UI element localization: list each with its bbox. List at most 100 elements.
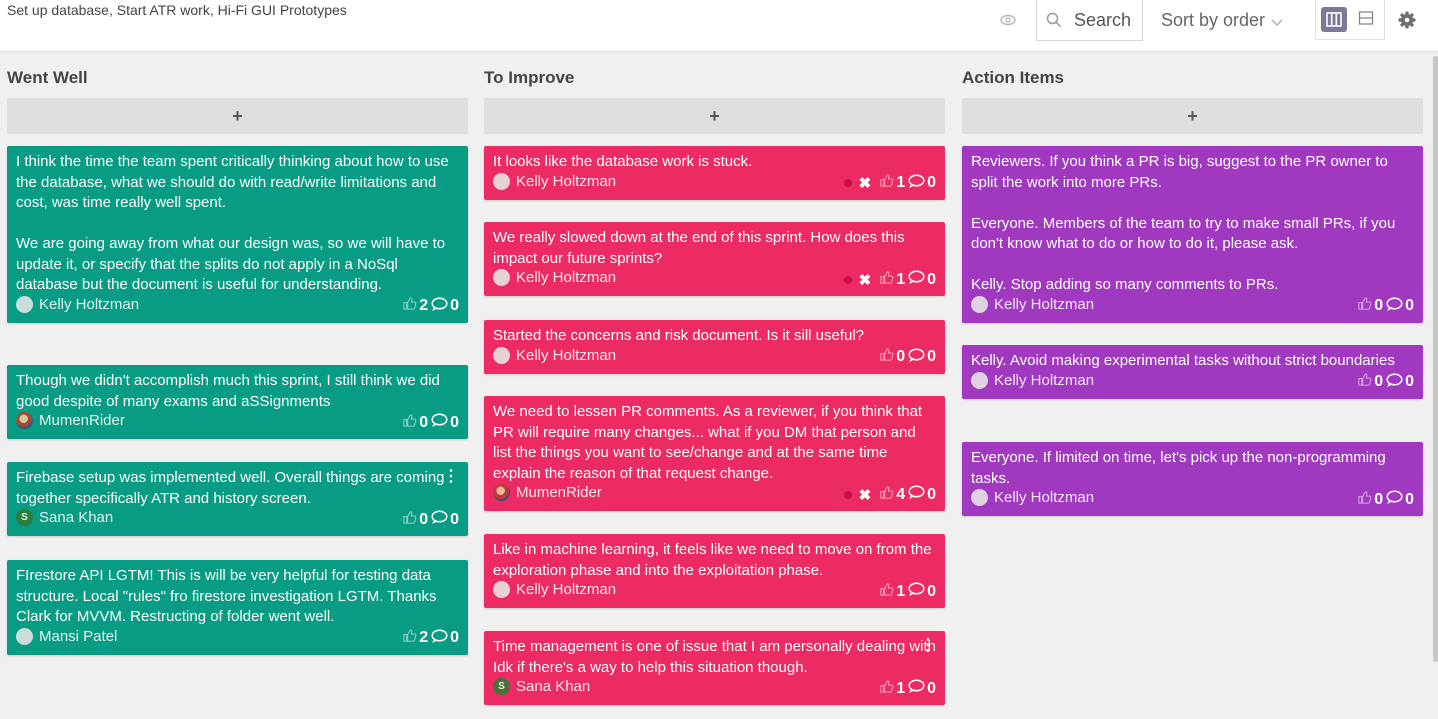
- avatar: [971, 371, 988, 389]
- thumbs-up-icon[interactable]: [879, 173, 894, 193]
- delete-icon[interactable]: ✖: [859, 174, 872, 192]
- add-card-button[interactable]: +: [962, 98, 1423, 134]
- author-name: Kelly Holtzman: [994, 295, 1095, 313]
- thumbs-up-icon[interactable]: [1357, 372, 1372, 392]
- author-name: Kelly Holtzman: [516, 346, 617, 364]
- retro-card[interactable]: Though we didn't accomplish much this sp…: [7, 365, 468, 439]
- search-button[interactable]: Search: [1036, 0, 1143, 41]
- author-name: Sana Khan: [39, 509, 114, 526]
- comment-count: 0: [450, 297, 459, 314]
- vote-count: 0: [1374, 373, 1384, 390]
- card-author: Kelly Holtzman: [493, 346, 617, 364]
- vote-area: 00: [1357, 296, 1414, 317]
- row-view-button[interactable]: [1358, 10, 1374, 31]
- card-footer: MumenRider 0 0: [16, 412, 459, 432]
- add-card-button[interactable]: +: [484, 98, 945, 134]
- card-author: Kelly Holtzman: [971, 489, 1094, 506]
- avatar: [493, 484, 510, 501]
- kebab-menu-icon[interactable]: ⋮: [443, 469, 459, 485]
- avatar: [971, 489, 988, 506]
- retro-card[interactable]: It looks like the database work is stuck…: [484, 146, 945, 200]
- vote-count: 1: [896, 270, 906, 288]
- column-view-button[interactable]: [1321, 7, 1347, 32]
- retro-card[interactable]: We really slowed down at the end of this…: [484, 222, 945, 296]
- thumbs-up-icon[interactable]: [402, 413, 417, 433]
- comment-icon[interactable]: [907, 581, 925, 602]
- card-text: Though we didn't accomplish much this sp…: [16, 372, 440, 410]
- thumbs-up-icon[interactable]: [879, 347, 894, 367]
- comment-icon[interactable]: [430, 509, 448, 530]
- comment-icon[interactable]: [907, 484, 925, 505]
- thumbs-up-icon[interactable]: [1357, 490, 1372, 510]
- vote-area: 00: [1357, 372, 1414, 393]
- vote-count: 0: [419, 413, 429, 431]
- chevron-down-icon: [1271, 11, 1283, 32]
- card-text: Firebase setup was implemented well. Ove…: [16, 469, 445, 507]
- comment-icon[interactable]: [430, 412, 448, 433]
- retro-card[interactable]: Kelly. Avoid making experimental tasks w…: [962, 345, 1423, 399]
- card-text: It looks like the database work is stuck…: [493, 153, 753, 170]
- search-icon: [1046, 12, 1062, 33]
- retro-card[interactable]: Everyone. If limited on time, let's pick…: [962, 442, 1423, 516]
- comment-count: 0: [450, 629, 459, 646]
- author-name: MumenRider: [516, 484, 602, 501]
- vote-count: 2: [419, 297, 429, 314]
- comment-icon[interactable]: [430, 296, 448, 317]
- thumbs-up-icon[interactable]: [879, 582, 894, 602]
- author-name: Kelly Holtzman: [516, 269, 617, 286]
- card-footer: Kelly Holtzman 0 0: [493, 346, 936, 368]
- retro-card[interactable]: Firebase setup was implemented well. Ove…: [7, 462, 468, 536]
- author-name: Kelly Holtzman: [994, 489, 1095, 506]
- thumbs-up-icon[interactable]: [402, 296, 417, 316]
- board-title: Set up database, Start ATR work, Hi-Fi G…: [7, 2, 347, 18]
- retro-card[interactable]: Like in machine learning, it feels like …: [484, 534, 945, 608]
- vote-area: 10: [879, 581, 936, 602]
- card-footer: MumenRider ✖ 4 0: [493, 484, 936, 504]
- gear-icon[interactable]: [1397, 10, 1417, 35]
- retro-card[interactable]: FIrestore API LGTM! This is will be very…: [7, 560, 468, 655]
- retro-card[interactable]: Time management is one of issue that I a…: [484, 631, 945, 705]
- delete-icon[interactable]: ✖: [859, 271, 872, 289]
- card-text: Kelly. Avoid making experimental tasks w…: [971, 352, 1395, 369]
- vote-area: 20: [402, 296, 459, 317]
- card-author: Mansi Patel: [16, 627, 117, 645]
- card-footer: Kelly Holtzman 0 0: [971, 489, 1414, 509]
- avatar: [493, 172, 510, 190]
- thumbs-up-icon[interactable]: [402, 628, 417, 648]
- vote-area: 00: [879, 347, 936, 368]
- comment-icon[interactable]: [430, 628, 448, 649]
- column-action-items: Action Items + Reviewers. If you think a…: [962, 52, 1423, 516]
- thumbs-up-icon[interactable]: [879, 270, 894, 290]
- comment-icon[interactable]: [907, 269, 925, 290]
- retro-card[interactable]: Started the concerns and risk document. …: [484, 320, 945, 374]
- comment-icon[interactable]: [1385, 296, 1403, 317]
- sort-dropdown[interactable]: Sort by order: [1161, 10, 1283, 32]
- comment-icon[interactable]: [1385, 372, 1403, 393]
- eye-icon[interactable]: [998, 10, 1022, 30]
- comment-count: 0: [450, 510, 459, 528]
- vote-count: 0: [419, 510, 429, 528]
- column-went-well: Went Well + I think the time the team sp…: [7, 52, 468, 655]
- retro-card[interactable]: Reviewers. If you think a PR is big, sug…: [962, 146, 1423, 323]
- thumbs-up-icon[interactable]: [879, 485, 894, 505]
- card-text: Everyone. If limited on time, let's pick…: [971, 449, 1386, 487]
- kebab-menu-icon[interactable]: ⋮: [920, 638, 936, 654]
- comment-icon[interactable]: [907, 347, 925, 368]
- thumbs-up-icon[interactable]: [879, 679, 894, 699]
- retro-card[interactable]: We need to lessen PR comments. As a revi…: [484, 396, 945, 511]
- view-toggle: [1315, 0, 1385, 40]
- column-title: Action Items: [962, 68, 1065, 87]
- scrollbar[interactable]: [1433, 56, 1438, 662]
- add-card-button[interactable]: +: [7, 98, 468, 134]
- column-title: Went Well: [7, 68, 88, 87]
- avatar: S: [493, 678, 510, 695]
- card-text: We really slowed down at the end of this…: [493, 229, 905, 267]
- thumbs-up-icon[interactable]: [402, 510, 417, 530]
- comment-icon[interactable]: [907, 678, 925, 699]
- thumbs-up-icon[interactable]: [1357, 296, 1372, 316]
- comment-icon[interactable]: [1385, 489, 1403, 510]
- comment-icon[interactable]: [907, 173, 925, 194]
- delete-icon[interactable]: ✖: [859, 486, 872, 504]
- retro-card[interactable]: I think the time the team spent critical…: [7, 146, 468, 323]
- author-name: Kelly Holtzman: [994, 371, 1095, 389]
